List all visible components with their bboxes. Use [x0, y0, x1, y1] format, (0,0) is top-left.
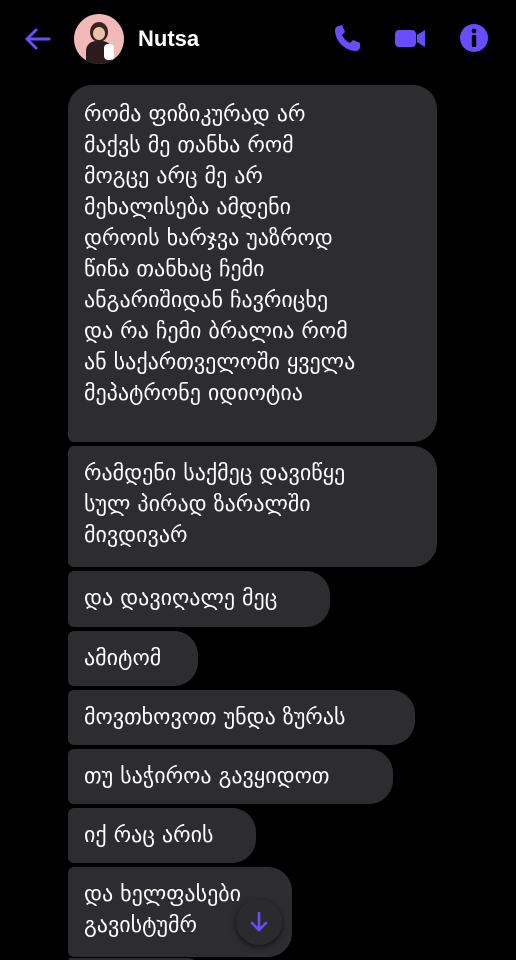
- arrow-down-icon: [250, 911, 268, 932]
- phone-icon[interactable]: [332, 22, 364, 54]
- arrow-left-icon[interactable]: [22, 24, 52, 54]
- message-bubble[interactable]: რამდენი საქმეც დავიწყე სულ პირად ზარალში…: [68, 446, 437, 567]
- message-bubble[interactable]: თუ საჭიროა გავყიდოთ: [68, 749, 393, 804]
- message-bubble[interactable]: და დავიღალე მეც: [68, 571, 330, 627]
- avatar[interactable]: [74, 14, 124, 64]
- video-camera-icon[interactable]: [394, 22, 426, 54]
- message-bubble[interactable]: იქ რაც არის: [68, 808, 256, 863]
- message-bubble[interactable]: ამიტომ: [68, 631, 198, 686]
- chat-header: Nutsa: [0, 0, 516, 78]
- scroll-to-bottom-button[interactable]: [236, 899, 282, 945]
- contact-name[interactable]: Nutsa: [138, 26, 199, 52]
- info-icon[interactable]: [458, 22, 490, 54]
- message-bubble[interactable]: რომა ფიზიკურად არ მაქვს მე თანხა რომ მოგ…: [68, 85, 437, 442]
- message-bubble[interactable]: მოვთხოვოთ უნდა ზურას: [68, 690, 415, 745]
